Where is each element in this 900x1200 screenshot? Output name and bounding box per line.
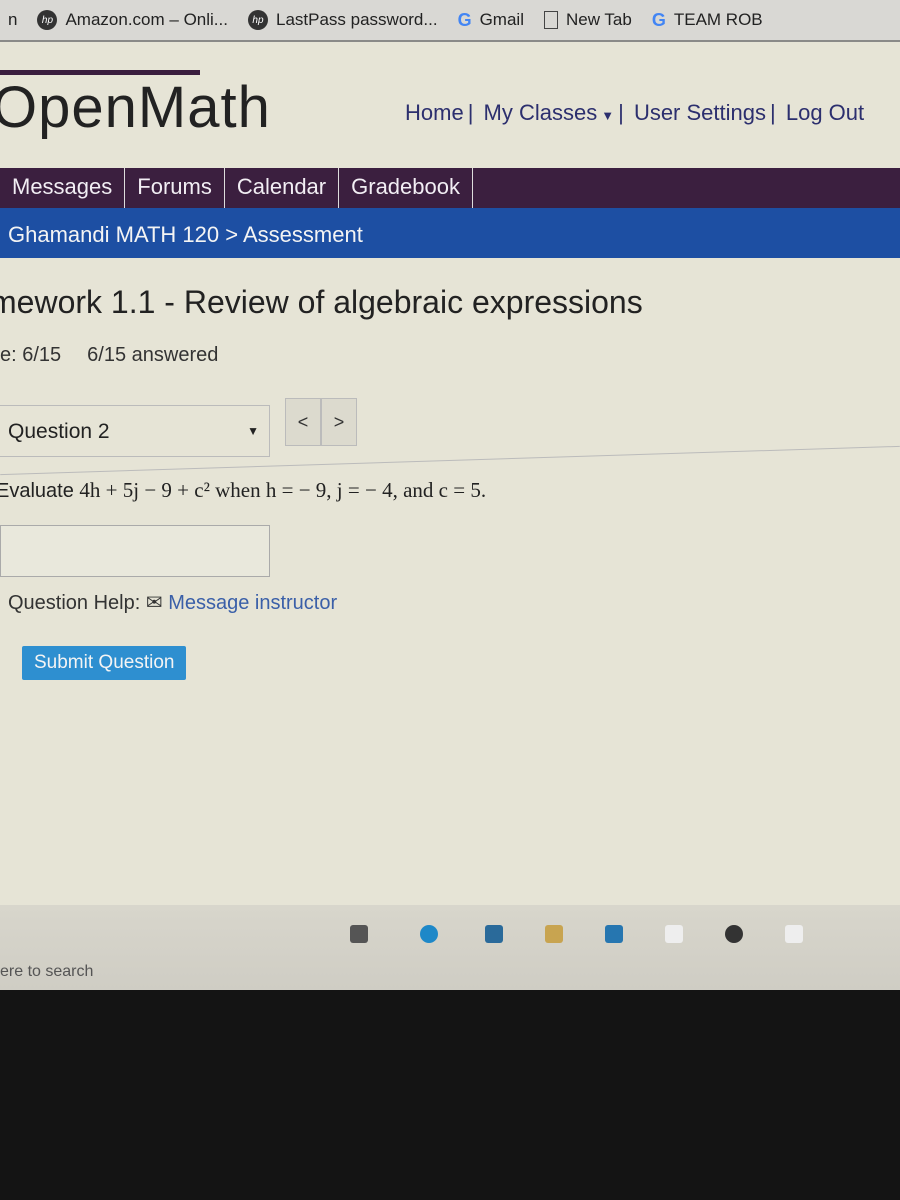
bookmark-lastpass[interactable]: hp LastPass password... [247, 10, 438, 30]
bookmarks-bar: n hp Amazon.com – Onli... hp LastPass pass… [0, 0, 900, 42]
question-prompt: Evaluate [0, 480, 74, 502]
explorer-icon[interactable] [545, 925, 563, 943]
score-line: e: 6/15 6/15 answered [0, 344, 244, 367]
page-icon [543, 11, 558, 29]
message-instructor-link[interactable]: Message instructor [168, 592, 337, 614]
bookmark-overflow: n [8, 10, 18, 29]
screen: n hp Amazon.com – Onli... hp LastPass pass… [0, 0, 900, 990]
tab-messages[interactable]: Messages [0, 168, 126, 208]
monitor-bezel [0, 990, 900, 1200]
app-icon[interactable] [725, 925, 743, 943]
top-nav: Home | My Classes ▼ | User Settings | Log Ou… [405, 100, 865, 125]
task-view-icon[interactable] [350, 925, 368, 943]
page-title: mework 1.1 - Review of algebraic express… [0, 284, 643, 320]
next-question-button[interactable]: > [321, 398, 357, 446]
taskbar: ere to search [0, 905, 900, 990]
bookmark-label: TEAM ROB [673, 10, 763, 29]
mail-icon: ✉ [145, 592, 163, 614]
amazon-app-icon[interactable] [785, 925, 803, 943]
taskbar-search[interactable]: ere to search [0, 963, 93, 981]
google-icon: G [457, 9, 472, 30]
edge-icon[interactable] [420, 925, 438, 943]
question-select-value: Question 2 [8, 420, 110, 443]
nav-user-settings[interactable]: User Settings [634, 100, 766, 125]
nav-my-classes[interactable]: My Classes [484, 100, 598, 125]
hp-icon: hp [37, 10, 58, 30]
tab-forums[interactable]: Forums [125, 168, 225, 208]
amazon-app-icon[interactable] [665, 925, 683, 943]
question-nav: < > [285, 398, 357, 446]
nav-home[interactable]: Home [405, 100, 464, 125]
bookmark-team[interactable]: G TEAM ROB [652, 10, 763, 31]
site-logo[interactable]: OpenMath [0, 74, 271, 141]
store-icon[interactable] [485, 925, 503, 943]
score: e: 6/15 [0, 344, 62, 366]
bookmark-gmail[interactable]: G Gmail [458, 10, 524, 31]
breadcrumb[interactable]: Ghamandi MATH 120 > Assessment [0, 208, 900, 258]
bookmark-label: LastPass password... [275, 10, 438, 29]
answer-input[interactable] [0, 525, 270, 577]
question-text: Evaluate 4h + 5j − 9 + c² when h = − 9, … [0, 478, 486, 503]
help-label: Question Help: [8, 592, 141, 614]
nav-log-out[interactable]: Log Out [786, 100, 864, 125]
dropdown-caret-icon: ▼ [601, 108, 615, 123]
tab-gradebook[interactable]: Gradebook [339, 168, 473, 208]
tab-calendar[interactable]: Calendar [225, 168, 340, 208]
question-select[interactable]: Question 2 ▼ [0, 405, 270, 457]
course-tabs: Messages Forums Calendar Gradebook [0, 168, 900, 208]
question-expression: 4h + 5j − 9 + c² when h = − 9, j = − 4, … [79, 478, 487, 502]
bookmark-new-tab[interactable]: New Tab [543, 10, 632, 30]
bookmark-label: Amazon.com – Onli... [65, 10, 228, 29]
hp-icon: hp [247, 10, 268, 30]
question-help: Question Help: ✉ Message instructor [8, 590, 337, 615]
bookmark-amazon[interactable]: hp Amazon.com – Onli... [37, 10, 228, 30]
bookmark-label: Gmail [479, 10, 524, 29]
bookmark-label: New Tab [565, 10, 632, 29]
mail-app-icon[interactable] [605, 925, 623, 943]
chevron-down-icon: ▼ [247, 424, 259, 438]
answered-count: 6/15 answered [87, 344, 219, 366]
google-icon: G [651, 9, 666, 30]
submit-question-button[interactable]: Submit Question [22, 646, 187, 680]
prev-question-button[interactable]: < [285, 398, 321, 446]
